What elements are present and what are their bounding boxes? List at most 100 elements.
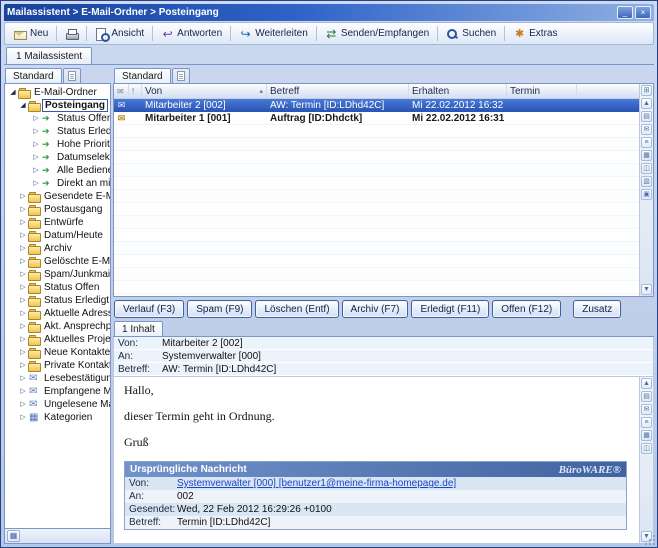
rail-list-icon[interactable] <box>641 417 652 428</box>
tree-expander-icon[interactable] <box>8 86 18 99</box>
rail-rows-icon[interactable] <box>641 111 652 122</box>
zusatz-button[interactable]: Zusatz <box>573 300 621 318</box>
tree-item[interactable]: Archiv <box>5 242 110 255</box>
rail-columns-icon[interactable] <box>641 163 652 174</box>
minimize-button[interactable]: _ <box>617 6 633 19</box>
tree-expander-icon[interactable] <box>18 242 28 255</box>
tree-item[interactable]: Neue Kontakte <box>5 346 110 359</box>
tree-item[interactable]: Posteingang <box>5 99 110 112</box>
offen-button[interactable]: Offen (F12) <box>492 300 561 318</box>
tree-expander-icon[interactable] <box>31 164 41 177</box>
column-mail-status[interactable]: ✉ <box>114 84 129 98</box>
tree-item[interactable]: Aktuelles Projekt <box>5 333 110 346</box>
tree-item[interactable]: Kategorien <box>5 411 110 424</box>
tree-expander-icon[interactable] <box>18 359 28 372</box>
tree-expander-icon[interactable] <box>18 281 28 294</box>
tree-expander-icon[interactable] <box>18 372 28 385</box>
tab-mailassistent[interactable]: 1 Mailassistent <box>6 47 92 64</box>
tree-expander-icon[interactable] <box>18 333 28 346</box>
tab-inhalt[interactable]: 1 Inhalt <box>114 321 163 336</box>
tree-item[interactable]: Status Offen <box>5 112 110 125</box>
rail-grid-icon[interactable] <box>641 430 652 441</box>
sidebar-grid-icon[interactable] <box>7 530 20 542</box>
tree-expander-icon[interactable] <box>18 411 28 424</box>
tree-expander-icon[interactable] <box>18 398 28 411</box>
tree-expander-icon[interactable] <box>18 203 28 216</box>
tree-item[interactable]: Datumselektion <box>5 151 110 164</box>
tree-expander-icon[interactable] <box>18 320 28 333</box>
tree-expander-icon[interactable] <box>31 177 41 190</box>
tree-expander-icon[interactable] <box>18 385 28 398</box>
tree-item[interactable]: Spam/Junkmails <box>5 268 110 281</box>
tree-item[interactable]: Ungelesene Mails <box>5 398 110 411</box>
tree-item[interactable]: Gelöschte E-Mails <box>5 255 110 268</box>
archiv-button[interactable]: Archiv (F7) <box>342 300 409 318</box>
view-button[interactable]: Ansicht <box>89 24 150 43</box>
reply-button[interactable]: Antworten <box>155 24 228 43</box>
tree-item[interactable]: Aktuelle Adresse <box>5 307 110 320</box>
new-mail-button[interactable]: Neu <box>8 24 54 43</box>
tree-expander-icon[interactable] <box>18 307 28 320</box>
tree-item[interactable]: Postausgang <box>5 203 110 216</box>
resize-grip[interactable] <box>645 535 655 545</box>
tree-item[interactable]: Datum/Heute <box>5 229 110 242</box>
tree-item[interactable]: Status Erledigt <box>5 294 110 307</box>
column-priority[interactable]: ! <box>129 84 142 98</box>
tree-item[interactable]: Gesendete E-Mails <box>5 190 110 203</box>
rail-mail-icon[interactable] <box>641 404 652 415</box>
tree-expander-icon[interactable] <box>31 112 41 125</box>
tab-standard-sidebar[interactable]: Standard <box>5 68 62 83</box>
scroll-up-icon[interactable] <box>641 378 652 389</box>
tab-standard-list[interactable]: Standard <box>114 68 171 83</box>
extras-button[interactable]: Extras <box>507 24 563 43</box>
tree-item[interactable]: Akt. Ansprechpartn... <box>5 320 110 333</box>
sender-link[interactable]: Systemverwalter [000] [benutzer1@meine-f… <box>177 478 626 489</box>
search-button[interactable]: Suchen <box>440 24 502 43</box>
tree-expander-icon[interactable] <box>31 125 41 138</box>
tree-item[interactable]: Hohe Priorität <box>5 138 110 151</box>
tab-layout-list[interactable] <box>172 68 190 83</box>
mail-list-row[interactable]: ✉ Mitarbeiter 2 [002] AW: Termin [ID:LDh… <box>114 99 639 112</box>
verlauf-button[interactable]: Verlauf (F3) <box>114 300 184 318</box>
tab-layout-sidebar[interactable] <box>63 68 81 83</box>
tree-item[interactable]: E-Mail-Ordner <box>5 86 110 99</box>
rail-bars-icon[interactable] <box>641 176 652 187</box>
tree-item[interactable]: Alle Bediener <box>5 164 110 177</box>
tree-expander-icon[interactable] <box>18 229 28 242</box>
tree-item[interactable]: Status Offen <box>5 281 110 294</box>
tree-expander-icon[interactable] <box>18 294 28 307</box>
tree-item[interactable]: Status Erledigt <box>5 125 110 138</box>
rail-mail-icon[interactable] <box>641 124 652 135</box>
tree-item[interactable]: Lesebestätigungen <box>5 372 110 385</box>
tree-expander-icon[interactable] <box>18 346 28 359</box>
close-button[interactable]: × <box>635 6 651 19</box>
tree-item[interactable]: Empfangene Mails <box>5 385 110 398</box>
mail-list-row[interactable]: ✉ Mitarbeiter 1 [001] Auftrag [ID:Dhdctk… <box>114 112 639 125</box>
rail-box-icon[interactable] <box>641 189 652 200</box>
tree-item[interactable]: Direkt an mich <box>5 177 110 190</box>
column-erhalten[interactable]: Erhalten <box>409 84 507 98</box>
rail-grid-icon[interactable] <box>641 150 652 161</box>
tree-expander-icon[interactable] <box>18 268 28 281</box>
column-von[interactable]: Von <box>142 84 267 98</box>
tree-item[interactable]: Entwürfe <box>5 216 110 229</box>
rail-columns-icon[interactable] <box>641 443 652 454</box>
loeschen-button[interactable]: Löschen (Entf) <box>255 300 338 318</box>
tree-expander-icon[interactable] <box>18 255 28 268</box>
tree-item[interactable]: Private Kontakte <box>5 359 110 372</box>
spam-button[interactable]: Spam (F9) <box>187 300 252 318</box>
forward-button[interactable]: Weiterleiten <box>233 24 314 43</box>
tree-expander-icon[interactable] <box>18 216 28 229</box>
rail-rows-icon[interactable] <box>641 391 652 402</box>
scroll-down-icon[interactable] <box>641 284 652 295</box>
column-betreff[interactable]: Betreff <box>267 84 409 98</box>
column-termin[interactable]: Termin <box>507 84 577 98</box>
rail-list-icon[interactable] <box>641 137 652 148</box>
tree-expander-icon[interactable] <box>31 151 41 164</box>
tree-expander-icon[interactable] <box>18 190 28 203</box>
erledigt-button[interactable]: Erledigt (F11) <box>411 300 489 318</box>
tree-expander-icon[interactable] <box>31 138 41 151</box>
send-receive-button[interactable]: Senden/Empfangen <box>319 24 435 43</box>
tree-expander-icon[interactable] <box>18 99 28 112</box>
print-button[interactable] <box>59 24 84 43</box>
